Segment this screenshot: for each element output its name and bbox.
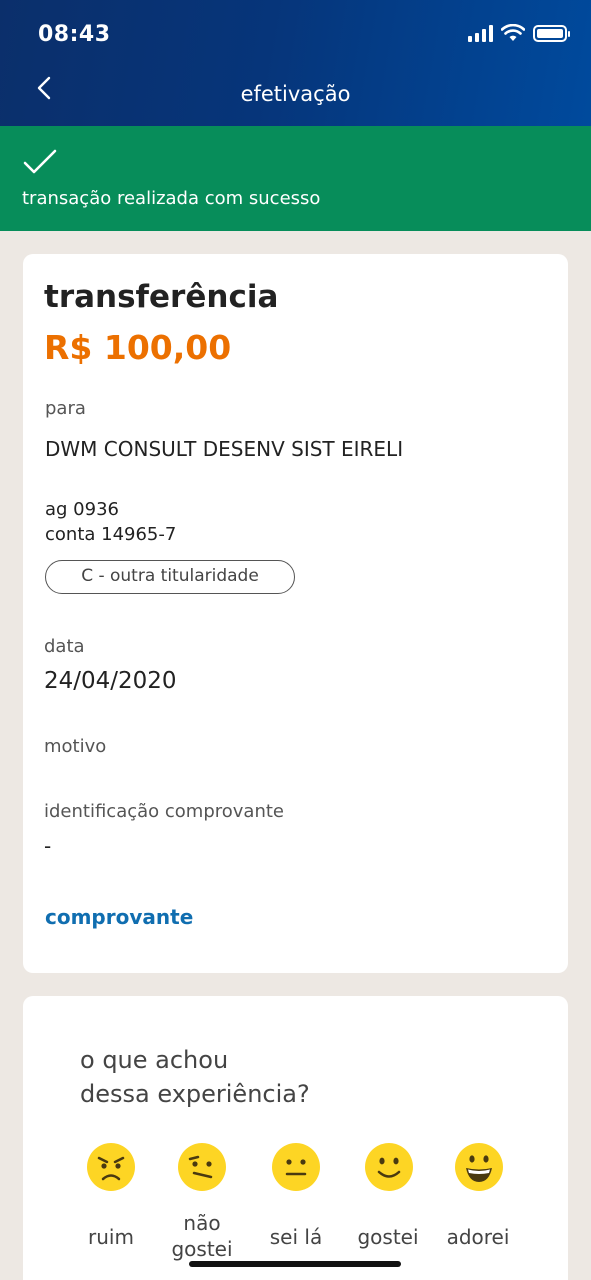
- reason-label: motivo: [44, 736, 107, 757]
- recipient-label: para: [45, 398, 86, 419]
- status-time: 08:43: [38, 22, 111, 47]
- receipt-link[interactable]: comprovante: [45, 905, 193, 929]
- transfer-title: transferência: [44, 279, 279, 315]
- grin-face-icon[interactable]: [454, 1142, 504, 1192]
- receipt-id-value: -: [44, 834, 52, 858]
- home-indicator[interactable]: [189, 1261, 401, 1267]
- recipient-name: DWM CONSULT DESENV SIST EIRELI: [45, 437, 404, 461]
- rating-label-nao-gostei: não gostei: [171, 1211, 233, 1261]
- check-icon: [23, 149, 57, 174]
- rating-label-adorei: adorei: [446, 1225, 510, 1249]
- date-value: 24/04/2020: [44, 668, 177, 694]
- receipt-id-label: identificação comprovante: [44, 801, 285, 822]
- feedback-card: o que achou dessa experiência? ruim não …: [23, 996, 568, 1280]
- rating-label-sei-la: sei lá: [269, 1225, 323, 1249]
- rating-label-gostei: gostei: [357, 1225, 419, 1249]
- wifi-icon: [501, 24, 525, 41]
- status-icons: [468, 24, 570, 42]
- feedback-question-line1: o que achou: [80, 1046, 229, 1074]
- battery-icon: [533, 24, 570, 42]
- page-title: efetivação: [240, 82, 351, 106]
- transfer-details-card: transferência R$ 100,00 para DWM CONSULT…: [23, 254, 568, 973]
- cellular-signal-icon: [468, 24, 493, 42]
- transfer-amount: R$ 100,00: [44, 328, 232, 367]
- success-banner: [0, 126, 591, 231]
- feedback-question-line2: dessa experiência?: [80, 1080, 310, 1108]
- neutral-face-icon[interactable]: [271, 1142, 321, 1192]
- success-message: transação realizada com sucesso: [22, 188, 321, 209]
- date-label: data: [44, 636, 85, 657]
- confused-face-icon[interactable]: [177, 1142, 227, 1192]
- account-type-badge: C - outra titularidade: [45, 560, 295, 594]
- agency-number: ag 0936: [45, 499, 119, 520]
- angry-face-icon[interactable]: [86, 1142, 136, 1192]
- account-number: conta 14965-7: [45, 524, 177, 545]
- rating-label-ruim: ruim: [88, 1225, 134, 1249]
- slight-smile-face-icon[interactable]: [364, 1142, 414, 1192]
- app-header: 08:43 efetivação: [0, 0, 591, 126]
